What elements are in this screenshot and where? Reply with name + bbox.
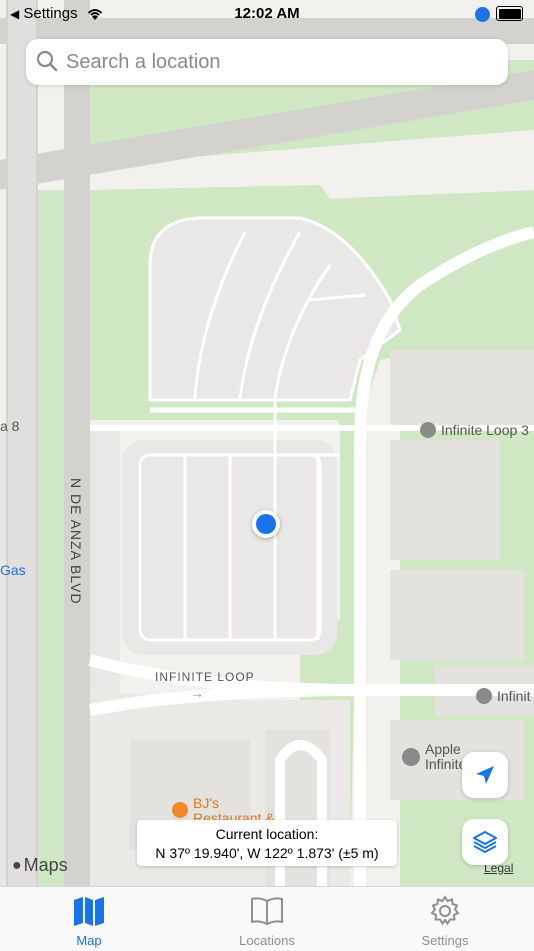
current-location-title: Current location:	[215, 826, 319, 842]
apple-logo-icon: ●	[12, 856, 22, 874]
tab-settings[interactable]: Settings	[356, 887, 534, 951]
fork-knife-icon	[172, 802, 188, 818]
map-icon	[74, 897, 104, 926]
maps-attribution: ● Maps	[12, 855, 68, 875]
poi-gas: Gas	[0, 562, 26, 578]
poi-infinite-loop-3: Infinite Loop 3	[420, 422, 529, 438]
map-view[interactable]: N DE ANZA BLVD INFINITE LOOP → Infinite …	[0, 0, 534, 886]
current-location-panel: Current location: N 37º 19.940', W 122º …	[137, 820, 397, 866]
apple-logo-icon	[402, 748, 420, 766]
street-label-de-anza: N DE ANZA BLVD	[68, 478, 84, 605]
layers-icon	[473, 831, 497, 853]
location-services-icon	[475, 7, 490, 22]
poi-infinit: Infinit	[476, 688, 530, 704]
poi-edge-8: a 8	[0, 418, 20, 434]
current-location-coords: N 37º 19.940', W 122º 1.873' (±5 m)	[155, 845, 379, 861]
locate-me-button[interactable]	[462, 752, 508, 798]
tab-bar: Map Locations Settings	[0, 886, 534, 951]
poi-pin-icon	[420, 422, 436, 438]
status-time: 12:02 AM	[234, 5, 300, 22]
search-icon	[36, 50, 58, 72]
search-placeholder: Search a location	[66, 51, 221, 73]
battery-icon	[496, 6, 523, 21]
street-label-infinite-loop: INFINITE LOOP	[155, 670, 255, 684]
tab-locations[interactable]: Locations	[178, 887, 356, 951]
tab-map[interactable]: Map	[0, 887, 178, 951]
gear-icon	[430, 895, 460, 926]
one-way-arrow-icon: →	[190, 685, 204, 701]
location-arrow-icon	[476, 766, 494, 784]
poi-pin-icon	[476, 688, 492, 704]
status-bar: ◀ Settings 12:02 AM	[0, 0, 534, 28]
current-location-dot	[252, 510, 280, 538]
search-bar[interactable]: Search a location	[26, 39, 508, 85]
book-icon	[251, 897, 283, 925]
map-layers-button[interactable]	[462, 819, 508, 865]
